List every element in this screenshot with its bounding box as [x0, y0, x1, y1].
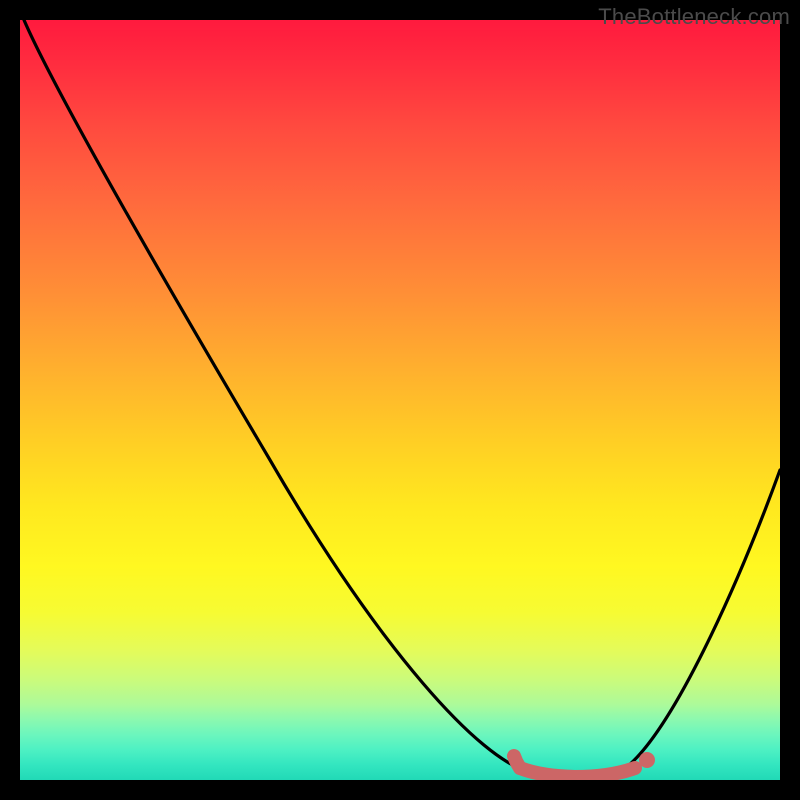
bottleneck-curve: [20, 20, 780, 780]
recommended-point-dot: [639, 752, 655, 768]
watermark-text: TheBottleneck.com: [598, 4, 790, 30]
curve-left-arm: [24, 20, 530, 772]
recommended-range-marker: [520, 768, 635, 777]
chart-frame: TheBottleneck.com: [0, 0, 800, 800]
recommended-range-left-hook: [514, 756, 520, 768]
curve-right-arm: [620, 470, 780, 772]
plot-area: [20, 20, 780, 780]
